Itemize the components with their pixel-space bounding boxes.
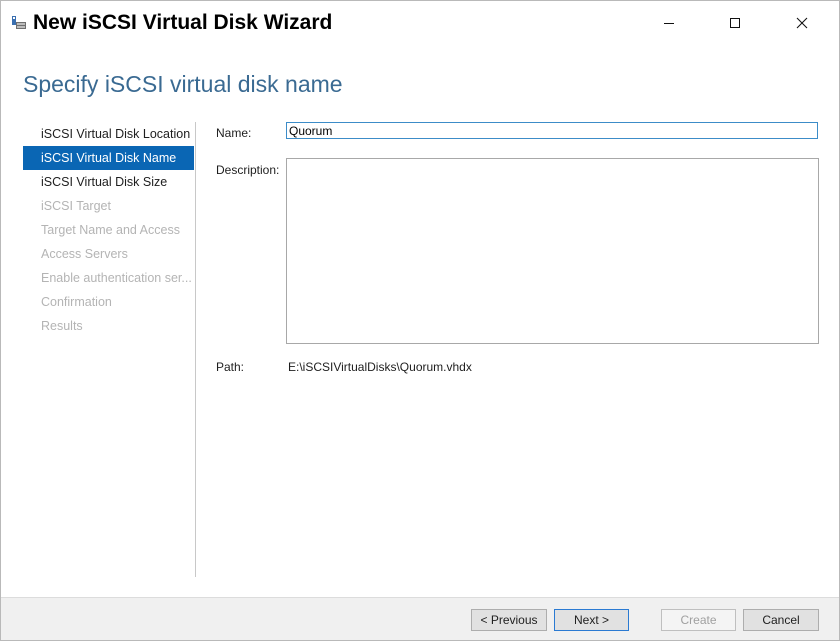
path-label: Path: — [216, 360, 245, 374]
minimize-button[interactable] — [636, 1, 702, 45]
iscsi-disk-wizard-icon — [11, 15, 27, 31]
step-virtual-disk-location[interactable]: iSCSI Virtual Disk Location — [23, 122, 194, 146]
button-bar: < Previous Next > Create Cancel — [1, 597, 839, 640]
window-title: New iSCSI Virtual Disk Wizard — [33, 11, 333, 34]
cancel-button[interactable]: Cancel — [743, 609, 819, 631]
title-bar: New iSCSI Virtual Disk Wizard — [1, 1, 839, 45]
wizard-window: New iSCSI Virtual Disk Wizard Specify iS… — [0, 0, 840, 641]
page-heading: Specify iSCSI virtual disk name — [23, 71, 343, 97]
description-label: Description: — [216, 163, 280, 177]
maximize-button[interactable] — [702, 1, 768, 45]
previous-button[interactable]: < Previous — [471, 609, 547, 631]
step-access-servers: Access Servers — [41, 247, 128, 261]
minimize-icon — [664, 23, 674, 24]
step-results: Results — [41, 319, 83, 333]
name-label: Name: — [216, 126, 252, 140]
path-value: E:\iSCSIVirtualDisks\Quorum.vhdx — [288, 360, 472, 374]
step-target-name-and-access: Target Name and Access — [41, 223, 180, 237]
next-button[interactable]: Next > — [554, 609, 629, 631]
close-button[interactable] — [769, 1, 835, 45]
wizard-step-list: iSCSI Virtual Disk Location iSCSI Virtua… — [23, 122, 194, 338]
create-button: Create — [661, 609, 736, 631]
step-confirmation: Confirmation — [41, 295, 112, 309]
close-icon — [796, 17, 808, 29]
description-textarea[interactable] — [286, 158, 819, 344]
name-input[interactable] — [286, 122, 818, 139]
maximize-icon — [730, 18, 740, 28]
step-iscsi-target: iSCSI Target — [41, 199, 111, 213]
step-virtual-disk-name[interactable]: iSCSI Virtual Disk Name — [23, 146, 194, 170]
step-list-divider — [195, 122, 196, 577]
step-virtual-disk-size[interactable]: iSCSI Virtual Disk Size — [23, 170, 194, 194]
step-enable-authentication: Enable authentication ser... — [41, 271, 192, 285]
